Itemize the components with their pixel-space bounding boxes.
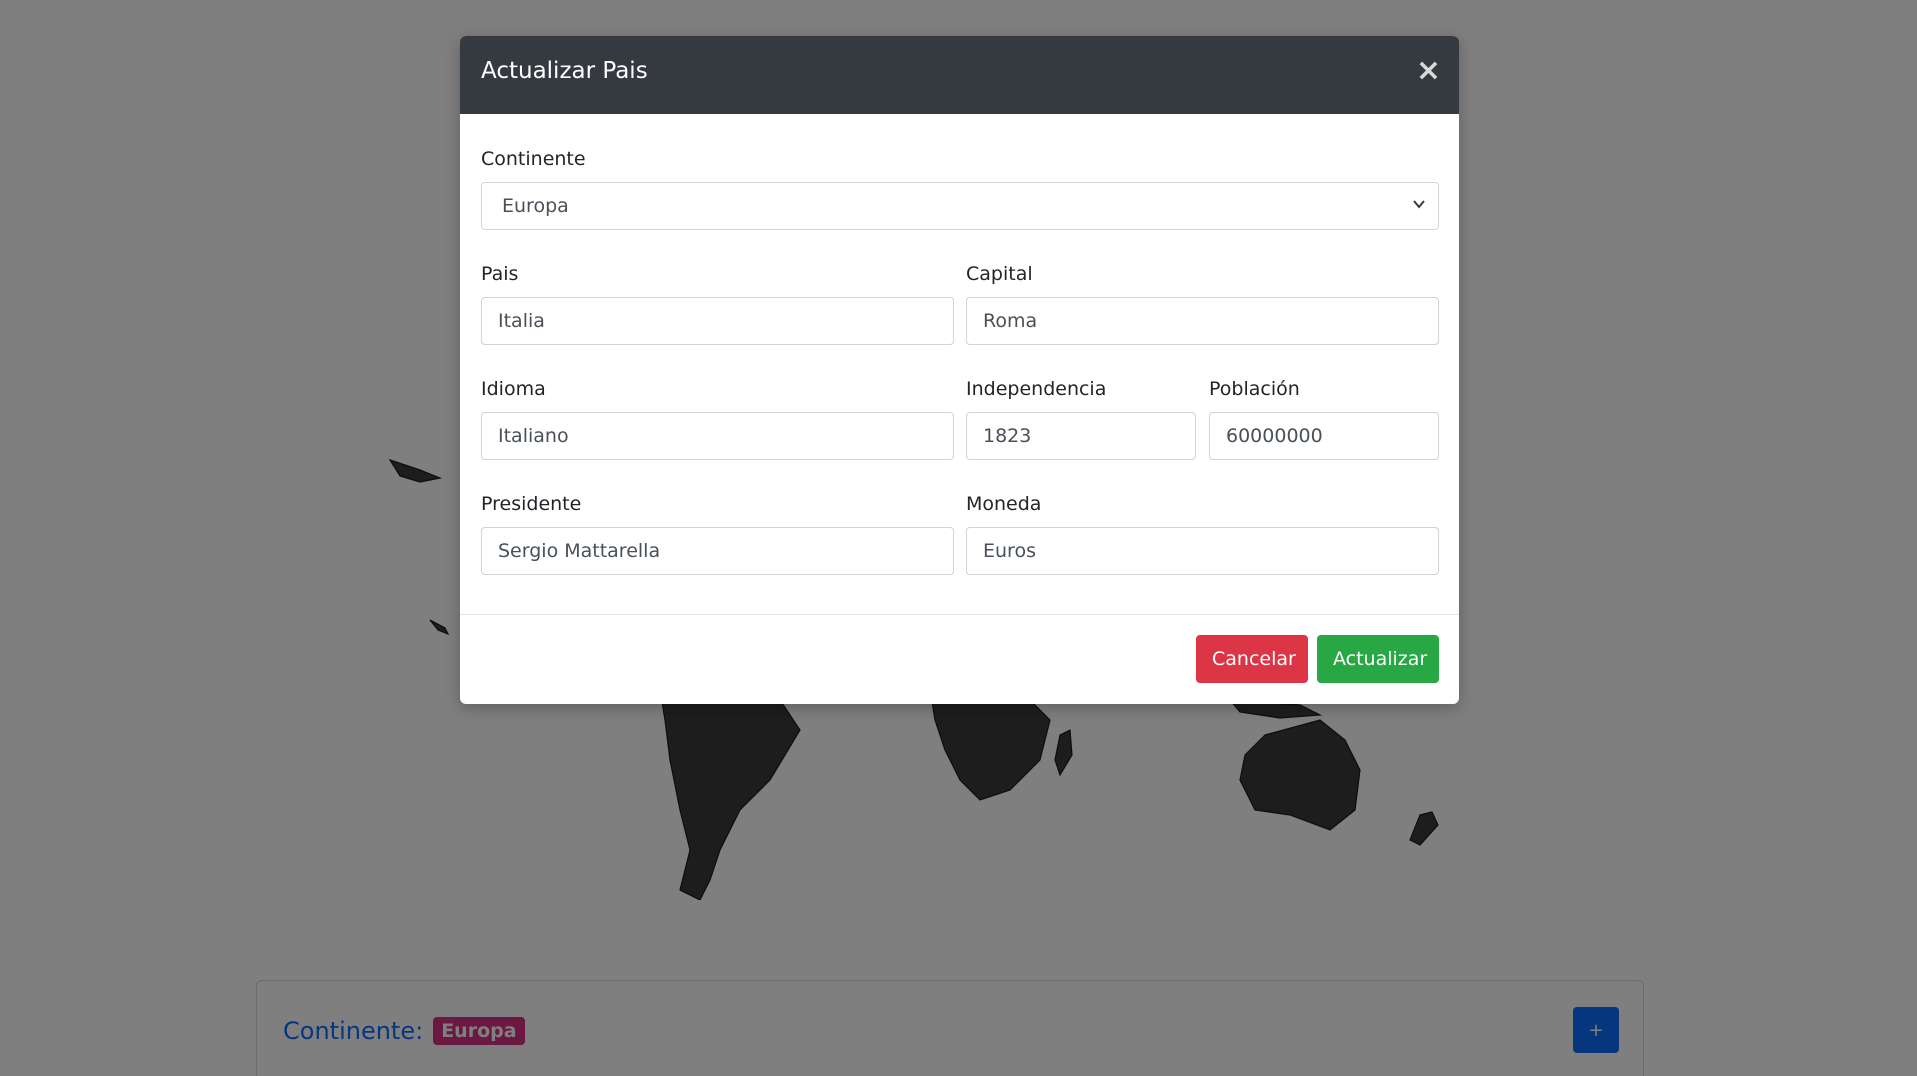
presidente-label: Presidente [481, 493, 582, 515]
poblacion-label: Población [1209, 378, 1300, 400]
idioma-label: Idioma [481, 378, 546, 400]
continente-select[interactable]: Europa [481, 182, 1439, 230]
update-country-modal: Actualizar Pais × Continente Europa Pais… [460, 36, 1459, 704]
continente-selected-value: Europa [502, 195, 569, 217]
modal-body: Continente Europa Pais Capital Idioma In… [460, 114, 1459, 650]
capital-input[interactable] [966, 297, 1439, 345]
continente-label: Continente [481, 148, 586, 170]
moneda-label: Moneda [966, 493, 1042, 515]
modal-title: Actualizar Pais [481, 58, 648, 84]
presidente-input[interactable] [481, 527, 954, 575]
pais-input[interactable] [481, 297, 954, 345]
chevron-down-icon [1413, 200, 1425, 209]
footer-divider [460, 614, 1459, 615]
moneda-input[interactable] [966, 527, 1439, 575]
independencia-input[interactable] [966, 412, 1196, 460]
modal-header: Actualizar Pais × [460, 36, 1459, 114]
cancel-button[interactable]: Cancelar [1196, 635, 1308, 683]
capital-label: Capital [966, 263, 1033, 285]
independencia-label: Independencia [966, 378, 1107, 400]
update-button[interactable]: Actualizar [1317, 635, 1439, 683]
poblacion-input[interactable] [1209, 412, 1439, 460]
idioma-input[interactable] [481, 412, 954, 460]
close-icon[interactable]: × [1416, 56, 1441, 86]
pais-label: Pais [481, 263, 519, 285]
